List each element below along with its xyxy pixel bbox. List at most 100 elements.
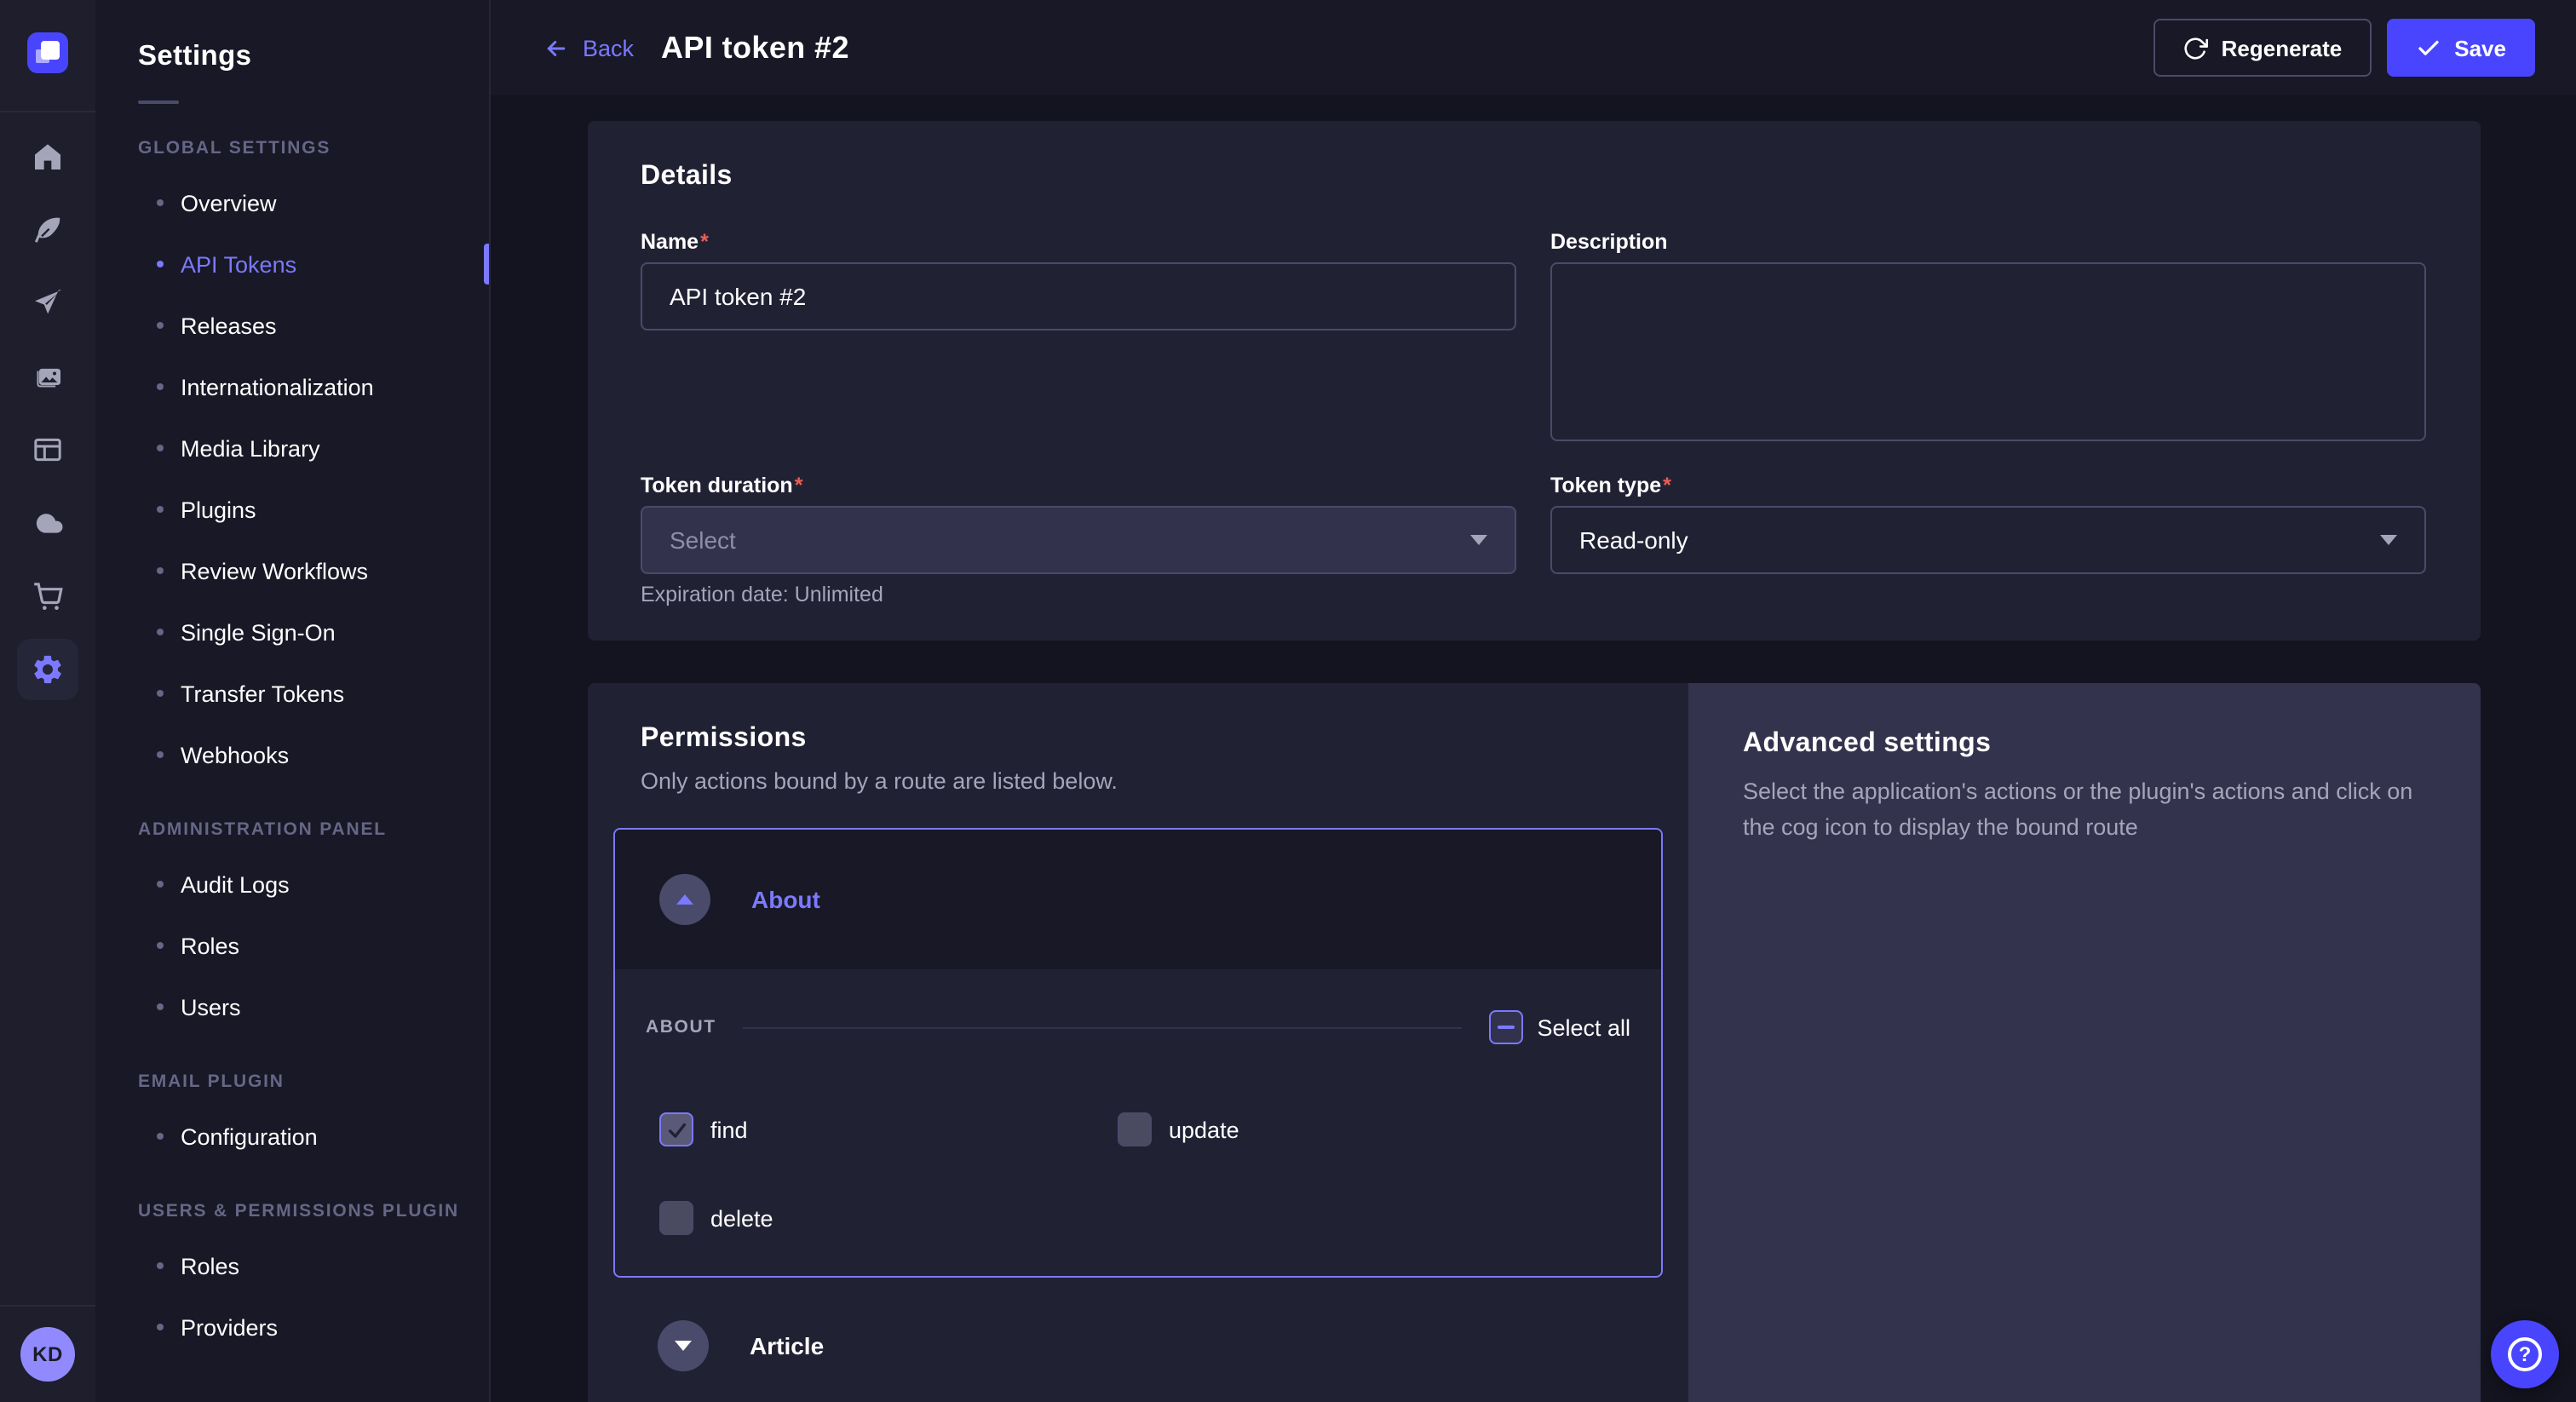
rail-icon-list — [14, 119, 82, 705]
section-label-global-settings: GLOBAL SETTINGS — [95, 138, 489, 158]
sidebar-item-review-workflows[interactable]: Review Workflows — [95, 540, 489, 601]
select-all-checkbox[interactable] — [1489, 1010, 1523, 1044]
sidebar-item-api-tokens[interactable]: API Tokens — [95, 233, 489, 295]
page-header: Back API token #2 Regenerate Save — [491, 0, 2576, 95]
sidebar-item-webhooks[interactable]: Webhooks — [95, 724, 489, 785]
sidebar-title-rule — [138, 101, 179, 104]
find-label: find — [710, 1117, 748, 1142]
main-nav-rail: KD — [0, 0, 95, 1402]
chevron-up-icon — [676, 894, 693, 905]
bullet-icon — [157, 261, 164, 267]
sidebar-item-users[interactable]: Users — [95, 976, 489, 1037]
regenerate-button[interactable]: Regenerate — [2153, 19, 2372, 77]
description-field-group: Description — [1550, 230, 2426, 450]
sidebar-item-admin-roles[interactable]: Roles — [95, 915, 489, 976]
marketplace-cart-icon[interactable] — [14, 559, 82, 632]
sidebar-item-up-roles[interactable]: Roles — [95, 1235, 489, 1296]
sidebar-item-releases[interactable]: Releases — [95, 295, 489, 356]
bullet-icon — [157, 506, 164, 513]
bullet-icon — [157, 690, 164, 697]
action-update: update — [1118, 1112, 1630, 1146]
cloud-icon[interactable] — [14, 486, 82, 559]
active-indicator-bar — [484, 244, 489, 284]
about-accordion: About ABOUT Select all — [613, 828, 1663, 1278]
about-section-label: ABOUT — [646, 1017, 716, 1037]
indeterminate-dash-icon — [1498, 1026, 1515, 1029]
bullet-icon — [157, 1324, 164, 1330]
advanced-settings-title: Advanced settings — [1743, 729, 2426, 760]
chevron-down-icon — [1470, 535, 1487, 545]
delete-label: delete — [710, 1205, 773, 1231]
required-asterisk: * — [795, 474, 803, 497]
article-accordion-label: Article — [750, 1332, 824, 1359]
bullet-icon — [157, 881, 164, 888]
media-library-images-icon[interactable] — [14, 339, 82, 412]
sidebar-item-media-library[interactable]: Media Library — [95, 417, 489, 479]
bullet-icon — [157, 629, 164, 635]
regenerate-label: Regenerate — [2222, 35, 2343, 60]
token-duration-field-group: Token duration* Select Expiration date: … — [641, 474, 1516, 606]
sidebar-item-transfer-tokens[interactable]: Transfer Tokens — [95, 663, 489, 724]
sidebar-item-plugins[interactable]: Plugins — [95, 479, 489, 540]
name-input[interactable] — [641, 262, 1516, 330]
advanced-settings-card: Advanced settings Select the application… — [1688, 683, 2481, 1402]
home-icon[interactable] — [14, 119, 82, 192]
settings-gear-icon[interactable] — [14, 632, 82, 705]
description-textarea[interactable] — [1550, 262, 2426, 441]
bullet-icon — [157, 751, 164, 758]
article-accordion-header[interactable]: Article — [613, 1310, 1663, 1382]
action-checkbox-grid: find update delete — [646, 1112, 1630, 1235]
bullet-icon — [157, 1133, 164, 1140]
delete-checkbox[interactable] — [659, 1201, 693, 1235]
strapi-logo-shape-2 — [36, 49, 49, 63]
permissions-card: Permissions Only actions bound by a rout… — [588, 683, 1688, 1402]
sidebar-item-internationalization[interactable]: Internationalization — [95, 356, 489, 417]
section-divider-line — [744, 1026, 1463, 1028]
select-all-label: Select all — [1537, 1014, 1630, 1040]
expiration-hint: Expiration date: Unlimited — [641, 583, 1516, 606]
bullet-icon — [157, 567, 164, 574]
help-button[interactable]: ? — [2491, 1320, 2559, 1388]
bullet-icon — [157, 1003, 164, 1010]
back-arrow-icon — [543, 35, 569, 60]
back-link[interactable]: Back — [543, 35, 634, 60]
check-icon — [2415, 35, 2441, 60]
user-avatar[interactable]: KD — [20, 1327, 75, 1382]
save-label: Save — [2454, 35, 2506, 60]
token-type-select[interactable]: Read-only — [1550, 506, 2426, 574]
collapse-toggle-button[interactable] — [659, 874, 710, 925]
settings-active-tile — [17, 638, 78, 699]
token-type-label: Token type* — [1550, 474, 2426, 497]
sidebar-item-single-sign-on[interactable]: Single Sign-On — [95, 601, 489, 663]
find-checkbox[interactable] — [659, 1112, 693, 1146]
select-all-control[interactable]: Select all — [1489, 1010, 1630, 1044]
sidebar-item-overview[interactable]: Overview — [95, 172, 489, 233]
about-accordion-header[interactable]: About — [615, 830, 1661, 969]
about-accordion-body: ABOUT Select all find — [615, 969, 1661, 1276]
expand-toggle-button[interactable] — [658, 1320, 709, 1371]
permissions-section: Permissions Only actions bound by a rout… — [588, 683, 2481, 1402]
required-asterisk: * — [1663, 474, 1671, 497]
content-manager-feather-icon[interactable] — [14, 192, 82, 266]
token-duration-value: Select — [670, 526, 1470, 554]
sidebar-item-providers[interactable]: Providers — [95, 1296, 489, 1358]
token-type-field-group: Token type* Read-only — [1550, 474, 2426, 606]
rail-bottom-divider — [0, 1305, 95, 1307]
sidebar-item-audit-logs[interactable]: Audit Logs — [95, 853, 489, 915]
strapi-logo[interactable] — [27, 32, 68, 73]
content-type-builder-plane-icon[interactable] — [14, 266, 82, 339]
update-label: update — [1169, 1117, 1239, 1142]
save-button[interactable]: Save — [2386, 19, 2535, 77]
layout-icon[interactable] — [14, 412, 82, 486]
sidebar-item-configuration[interactable]: Configuration — [95, 1106, 489, 1167]
page-title: API token #2 — [661, 30, 849, 66]
details-title: Details — [641, 162, 2426, 192]
details-card: Details Name* Description Token duration… — [588, 121, 2481, 641]
update-checkbox[interactable] — [1118, 1112, 1152, 1146]
sidebar-title: Settings — [138, 41, 446, 73]
name-label: Name* — [641, 230, 1516, 254]
question-mark-icon: ? — [2508, 1337, 2542, 1371]
token-duration-select[interactable]: Select — [641, 506, 1516, 574]
action-find: find — [659, 1112, 1118, 1146]
section-label-administration-panel: ADMINISTRATION PANEL — [95, 819, 489, 840]
